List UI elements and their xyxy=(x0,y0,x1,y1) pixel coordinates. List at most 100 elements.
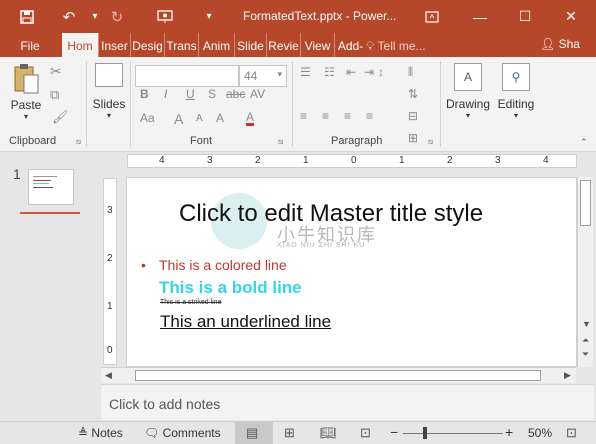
font-size-dropdown-icon: ▾ xyxy=(277,69,282,79)
tab-slide-show[interactable]: Slide xyxy=(234,33,266,57)
change-case-button[interactable]: Aa xyxy=(140,111,155,125)
slide-show-icon[interactable]: ⊡ xyxy=(360,425,371,441)
ruler-label: 1 xyxy=(107,301,113,312)
tab-file[interactable]: File xyxy=(10,33,50,57)
shadow-button[interactable]: S xyxy=(208,87,216,101)
slides-button[interactable]: Slides ▾ xyxy=(90,63,128,120)
notes-placeholder: Click to add notes xyxy=(109,396,221,412)
character-spacing-button[interactable]: AV xyxy=(250,87,265,101)
colored-bullet-line[interactable]: • This is a colored line xyxy=(141,257,287,273)
zoom-in-button[interactable]: + xyxy=(505,424,513,440)
tab-review[interactable]: Revie xyxy=(266,33,300,57)
smartart-icon[interactable]: ⊞ xyxy=(408,131,418,145)
customize-toolbar-icon[interactable]: ▾ xyxy=(196,0,222,33)
previous-slide-icon[interactable]: ⏶ xyxy=(582,335,589,346)
notes-icon: ≜ xyxy=(78,426,89,440)
zoom-slider-thumb[interactable] xyxy=(423,427,427,439)
horizontal-scrollbar[interactable]: ◀ ▶ xyxy=(101,367,576,383)
increase-indent-icon[interactable]: ⇥ xyxy=(364,65,374,79)
tab-view[interactable]: View xyxy=(300,33,334,57)
normal-view-icon[interactable]: ▤ xyxy=(246,425,258,441)
align-text-icon[interactable]: ⊟ xyxy=(408,109,418,123)
next-slide-icon[interactable]: ⏷ xyxy=(582,349,589,360)
tab-home[interactable]: Hom xyxy=(62,33,98,57)
shrink-font-button[interactable]: A xyxy=(196,113,203,124)
start-presentation-icon[interactable] xyxy=(152,0,178,33)
font-launcher-icon[interactable]: ⧅ xyxy=(278,137,283,147)
italic-button[interactable]: I xyxy=(164,87,167,101)
ruler-label: 1 xyxy=(303,155,309,166)
align-right-icon[interactable]: ≡ xyxy=(344,109,351,123)
struck-line[interactable]: This is a striked line xyxy=(160,299,221,306)
zoom-slider[interactable] xyxy=(403,433,503,434)
scroll-down-icon[interactable]: ▼ xyxy=(582,319,591,329)
font-name-input[interactable] xyxy=(135,65,239,87)
zoom-out-button[interactable]: − xyxy=(390,424,398,440)
cut-icon[interactable]: ✂ xyxy=(50,63,62,80)
paragraph-launcher-icon[interactable]: ⧅ xyxy=(428,137,433,147)
strikethrough-button[interactable]: abc xyxy=(226,87,245,101)
tab-add-ins[interactable]: Add- xyxy=(334,33,366,57)
slide-thumbnail[interactable] xyxy=(28,169,74,205)
vertical-scroll-thumb[interactable] xyxy=(580,180,591,226)
clear-formatting-button[interactable]: A xyxy=(216,111,224,125)
copy-icon[interactable]: ⧉ xyxy=(50,87,59,103)
thumbnail-line xyxy=(33,187,53,188)
line-spacing-icon[interactable]: ↕ xyxy=(378,65,384,79)
comments-label: Comments xyxy=(162,426,221,440)
bold-button[interactable]: B xyxy=(140,87,149,101)
decrease-indent-icon[interactable]: ⇤ xyxy=(346,65,356,79)
justify-icon[interactable]: ≡ xyxy=(366,109,373,123)
scroll-right-icon[interactable]: ▶ xyxy=(564,370,571,381)
font-size-input[interactable]: 44 ▾ xyxy=(239,65,287,87)
format-painter-icon[interactable]: 🖌︎ xyxy=(52,109,69,125)
paste-button[interactable]: Paste ▾ xyxy=(8,63,44,121)
share-button[interactable]: 👤︎ Sha xyxy=(540,37,580,51)
tab-animations[interactable]: Anim xyxy=(198,33,234,57)
close-button[interactable]: ✕ xyxy=(549,0,593,33)
underlined-line[interactable]: This an underlined line xyxy=(160,312,331,332)
scroll-left-icon[interactable]: ◀ xyxy=(105,370,112,381)
tab-transitions[interactable]: Trans xyxy=(164,33,198,57)
grow-font-button[interactable]: A xyxy=(174,111,183,127)
reading-view-icon[interactable]: 📖︎ xyxy=(320,425,337,441)
bold-line[interactable]: This is a bold line xyxy=(159,278,302,298)
undo-icon[interactable]: ↶ xyxy=(56,0,82,33)
horizontal-scroll-thumb[interactable] xyxy=(135,370,541,381)
fit-slide-icon[interactable]: ⊡ xyxy=(566,425,577,441)
save-icon[interactable] xyxy=(14,0,40,33)
comments-button[interactable]: 🗨︎ Comments xyxy=(144,426,221,440)
notes-pane[interactable]: Click to add notes xyxy=(101,384,594,420)
align-left-icon[interactable]: ≡ xyxy=(300,109,307,123)
zoom-level[interactable]: 50% xyxy=(528,426,552,440)
tell-me-box[interactable]: 💡︎ Tell me... xyxy=(366,39,426,54)
thumbnail-line xyxy=(33,176,57,177)
font-size-value: 44 xyxy=(244,69,258,83)
tab-design[interactable]: Desig xyxy=(130,33,164,57)
font-color-button[interactable]: A xyxy=(246,111,255,126)
notes-toggle-button[interactable]: ≜ Notes xyxy=(78,426,123,440)
ruler-label: 3 xyxy=(495,155,501,166)
collapse-ribbon-icon[interactable]: ⌃ xyxy=(580,137,588,148)
maximize-button[interactable]: ☐ xyxy=(503,0,547,33)
numbering-icon[interactable]: ☷ xyxy=(324,65,335,79)
font-group-label: Font xyxy=(190,135,213,147)
underline-button[interactable]: U xyxy=(186,87,195,101)
editing-button[interactable]: ⚲ Editing ▾ xyxy=(494,63,538,120)
align-center-icon[interactable]: ≡ xyxy=(322,109,329,123)
redo-icon[interactable]: ↻ xyxy=(104,0,130,33)
ruler-label: 2 xyxy=(107,253,113,264)
text-direction-icon[interactable]: ⇅ xyxy=(408,87,418,101)
tab-insert[interactable]: Inser xyxy=(98,33,130,57)
minimize-button[interactable]: — xyxy=(458,0,502,33)
slide-title-placeholder[interactable]: Click to edit Master title style xyxy=(127,200,576,228)
clipboard-launcher-icon[interactable]: ⧅ xyxy=(76,137,81,147)
bullets-icon[interactable]: ☰ xyxy=(300,65,311,79)
columns-icon[interactable]: ⫴ xyxy=(408,65,413,80)
drawing-button[interactable]: A Drawing ▾ xyxy=(444,63,492,120)
vertical-scrollbar[interactable]: ▼ ⏶ ⏷ xyxy=(577,177,593,367)
colored-line-text: This is a colored line xyxy=(159,257,287,273)
slide-sorter-icon[interactable]: ⊞ xyxy=(284,425,295,441)
slide-canvas[interactable]: 小牛知识库 XIAO NIU ZHI SHI KU Click to edit … xyxy=(126,177,577,367)
ribbon-display-options-icon[interactable] xyxy=(410,0,454,33)
